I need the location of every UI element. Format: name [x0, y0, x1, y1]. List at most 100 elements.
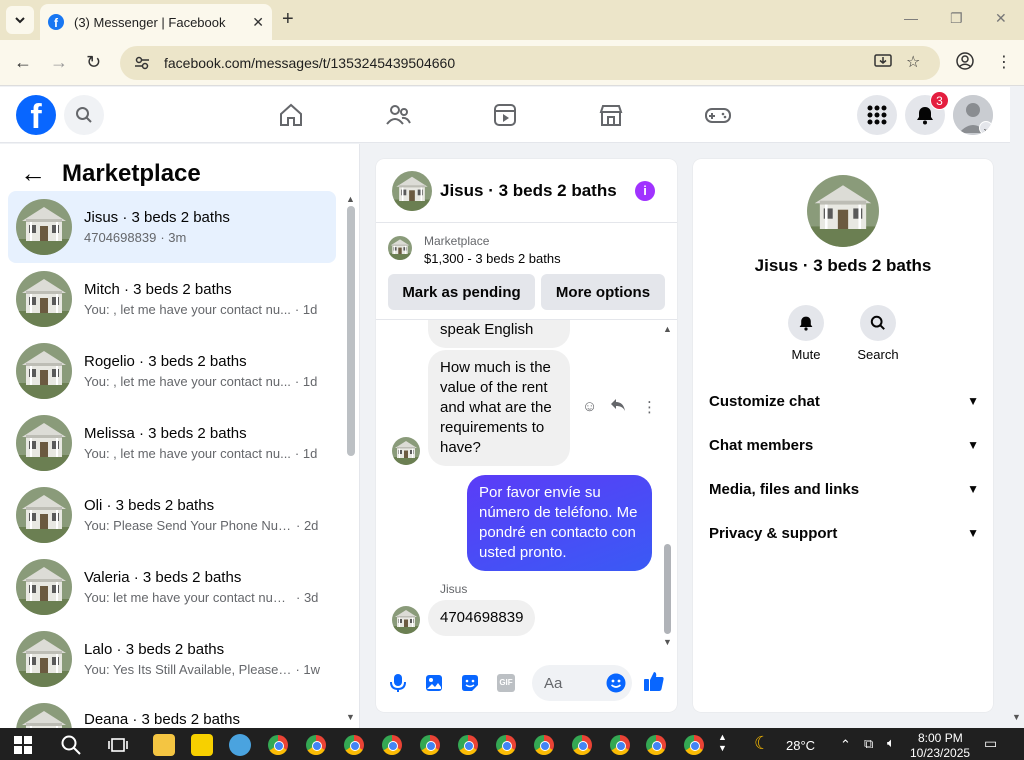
- conversation-name: Valeria · 3 beds 2 baths: [84, 569, 242, 586]
- list-scrollbar[interactable]: [347, 206, 355, 456]
- chat-scroll-up-icon[interactable]: ▲: [663, 324, 672, 334]
- sticker-icon[interactable]: [459, 672, 481, 694]
- search-conversation-button[interactable]: Search: [848, 305, 908, 362]
- gif-icon[interactable]: GIF: [495, 672, 517, 694]
- notifications-center-icon[interactable]: ▭: [984, 735, 997, 752]
- tab-search-chevron-icon[interactable]: [6, 6, 34, 34]
- chrome-icon[interactable]: [646, 735, 666, 755]
- chrome-icon[interactable]: [306, 735, 326, 755]
- weather-moon-icon[interactable]: ☾: [754, 733, 770, 754]
- chrome-icon[interactable]: [458, 735, 478, 755]
- conversation-item[interactable]: Lalo · 3 beds 2 baths You: Yes Its Still…: [8, 623, 336, 695]
- reply-icon[interactable]: [610, 398, 626, 416]
- info-icon[interactable]: i: [635, 180, 655, 201]
- taskbar-search-icon[interactable]: [60, 734, 82, 760]
- clock-time[interactable]: 8:00 PM: [918, 731, 963, 745]
- new-tab-icon[interactable]: +: [282, 8, 294, 31]
- friends-icon[interactable]: [384, 101, 412, 129]
- forward-arrow-icon[interactable]: →: [50, 52, 68, 73]
- conversation-snippet: You: Please Send Your Phone Num...: [84, 518, 292, 533]
- gif-label: GIF: [497, 674, 515, 692]
- system-tray-chevron-icon[interactable]: ⌃: [840, 737, 851, 753]
- file-explorer-icon[interactable]: [153, 734, 175, 756]
- browser-menu-icon[interactable]: ⋮: [996, 52, 1012, 72]
- chrome-icon[interactable]: [268, 735, 288, 755]
- photo-icon[interactable]: [423, 672, 445, 694]
- mark-pending-button[interactable]: Mark as pending: [388, 274, 535, 310]
- install-app-icon[interactable]: [874, 52, 892, 75]
- marketplace-icon[interactable]: [597, 101, 625, 129]
- account-avatar[interactable]: ⌄: [953, 95, 993, 135]
- paint-icon[interactable]: [229, 734, 251, 756]
- back-arrow-icon[interactable]: ←: [20, 158, 46, 189]
- chrome-icon[interactable]: [572, 735, 592, 755]
- microphone-icon[interactable]: [387, 672, 409, 694]
- thumbs-up-icon[interactable]: [643, 670, 665, 692]
- window-close-icon[interactable]: ✕: [995, 10, 1007, 27]
- url-text: facebook.com/messages/t/1353245439504660: [164, 55, 456, 71]
- menu-grid-button[interactable]: [857, 95, 897, 135]
- chat-scrollbar[interactable]: [664, 544, 671, 634]
- more-options-button[interactable]: More options: [541, 274, 665, 310]
- chrome-icon[interactable]: [534, 735, 554, 755]
- scroll-down-arrow-icon[interactable]: ▼: [346, 712, 355, 722]
- back-arrow-icon[interactable]: ←: [14, 52, 32, 73]
- chat-thumbnail[interactable]: [392, 171, 432, 211]
- gaming-icon[interactable]: [704, 101, 732, 129]
- sticky-notes-icon[interactable]: [191, 734, 213, 756]
- browser-tab[interactable]: f (3) Messenger | Facebook ✕: [40, 4, 272, 40]
- tab-close-icon[interactable]: ✕: [252, 14, 264, 31]
- chrome-icon[interactable]: [610, 735, 630, 755]
- chrome-icon[interactable]: [420, 735, 440, 755]
- privacy-support-section[interactable]: Privacy & support ▼: [709, 515, 979, 551]
- conversation-item[interactable]: Mitch · 3 beds 2 baths You: , let me hav…: [8, 263, 336, 335]
- chrome-icon[interactable]: [496, 735, 516, 755]
- scroll-up-arrow-icon[interactable]: ▲: [346, 194, 355, 204]
- clock-date[interactable]: 10/23/2025: [910, 746, 970, 760]
- fb-search-button[interactable]: [64, 95, 104, 135]
- chrome-icon[interactable]: [684, 735, 704, 755]
- bookmark-star-icon[interactable]: ☆: [906, 52, 920, 72]
- profile-icon[interactable]: [956, 52, 974, 75]
- conversation-item[interactable]: Rogelio · 3 beds 2 baths You: , let me h…: [8, 335, 336, 407]
- bell-icon: [917, 107, 933, 125]
- network-icon[interactable]: ⧉: [864, 736, 873, 752]
- weather-temperature[interactable]: 28°C: [786, 738, 815, 753]
- customize-chat-section[interactable]: Customize chat ▼: [709, 383, 979, 419]
- video-icon[interactable]: [491, 101, 519, 129]
- page-scroll-down-icon[interactable]: ▼: [1012, 712, 1021, 722]
- reload-icon[interactable]: ↻: [86, 52, 101, 73]
- conversation-item[interactable]: Oli · 3 beds 2 baths You: Please Send Yo…: [8, 479, 336, 551]
- conversation-time: · 1d: [294, 302, 318, 317]
- task-view-icon[interactable]: [108, 736, 128, 759]
- volume-icon[interactable]: 🔈︎: [887, 735, 895, 751]
- media-files-links-section[interactable]: Media, files and links ▼: [709, 471, 979, 507]
- conversation-item[interactable]: Jisus · 3 beds 2 baths 4704698839 · 3m: [8, 191, 336, 263]
- chat-scroll-down-icon[interactable]: ▼: [663, 637, 672, 647]
- site-settings-icon[interactable]: [134, 55, 150, 71]
- restore-icon[interactable]: ❐: [950, 10, 963, 27]
- chrome-icon[interactable]: [382, 735, 402, 755]
- listing-thumbnail: [16, 271, 72, 327]
- chat-members-section[interactable]: Chat members ▼: [709, 427, 979, 463]
- chrome-icon[interactable]: [344, 735, 364, 755]
- mute-button[interactable]: Mute: [776, 305, 836, 362]
- conversation-item[interactable]: Melissa · 3 beds 2 baths You: , let me h…: [8, 407, 336, 479]
- chat-title[interactable]: Jisus · 3 beds 2 baths: [440, 181, 635, 201]
- home-icon[interactable]: [277, 101, 305, 129]
- conversation-item[interactable]: Valeria · 3 beds 2 baths You: let me hav…: [8, 551, 336, 623]
- react-emoji-icon[interactable]: ☺: [582, 398, 597, 415]
- message-input[interactable]: Aa: [532, 665, 632, 701]
- minimize-icon[interactable]: —: [904, 10, 918, 26]
- listing-thumbnail: [16, 487, 72, 543]
- emoji-icon[interactable]: [606, 673, 626, 697]
- conversation-item[interactable]: Deana · 3 beds 2 baths: [8, 695, 336, 728]
- more-actions-icon[interactable]: ⋮: [642, 398, 657, 416]
- facebook-logo-icon[interactable]: f: [16, 95, 56, 135]
- taskbar-overflow-icon[interactable]: ▲ ▼: [718, 732, 727, 754]
- url-omnibox[interactable]: facebook.com/messages/t/1353245439504660: [120, 46, 940, 80]
- windows-start-icon[interactable]: [14, 736, 32, 759]
- search-icon: [76, 107, 92, 123]
- search-icon: [870, 315, 885, 330]
- notifications-button[interactable]: 3: [905, 91, 949, 135]
